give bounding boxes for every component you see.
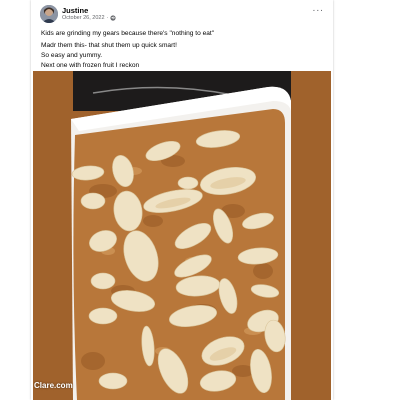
post-header: Justine October 26, 2022 · ··· xyxy=(33,0,331,28)
post-text-line: So easy and yummy. xyxy=(41,52,103,59)
post-text-line: Madr them this- that shut them up quick … xyxy=(41,42,177,49)
author-name[interactable]: Justine xyxy=(62,6,88,15)
post-text: Kids are grinding my gears because there… xyxy=(41,29,325,71)
post-date[interactable]: October 26, 2022 xyxy=(62,15,105,21)
post-text-line: Next one with frozen fruit I reckon xyxy=(41,62,140,69)
post-photo[interactable]: Clare.com xyxy=(33,71,331,400)
photo-watermark: Clare.com xyxy=(34,381,73,390)
avatar[interactable] xyxy=(40,5,58,23)
apple-cake-photo xyxy=(33,71,331,400)
meta-separator: · xyxy=(106,15,109,21)
more-options-button[interactable]: ··· xyxy=(311,6,325,16)
post-meta: October 26, 2022 · xyxy=(62,15,116,21)
post-card: Justine October 26, 2022 · ··· Kids are … xyxy=(33,0,331,400)
post-text-line: Kids are grinding my gears because there… xyxy=(41,30,215,37)
globe-icon xyxy=(110,15,116,21)
avatar-image xyxy=(40,5,58,23)
